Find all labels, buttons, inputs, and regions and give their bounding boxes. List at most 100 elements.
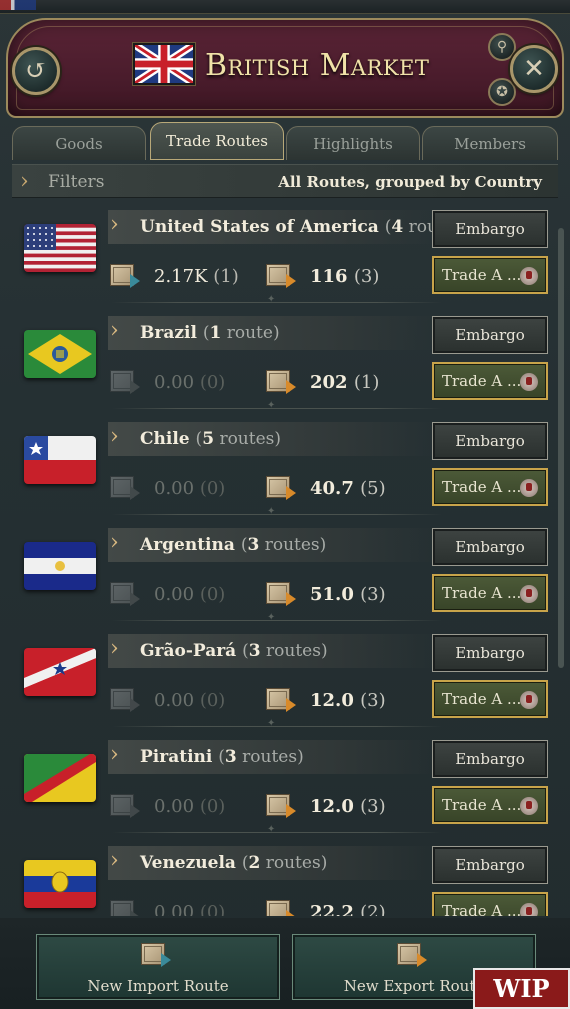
export-crate-icon [266,580,296,606]
import-value: 0.00 (0) [154,902,226,916]
country-row[interactable]: › Grão-Pará (3 routes) 0.00 (0) 12.0 (3) Emb… [12,628,558,734]
embargo-button[interactable]: Embargo [432,528,548,566]
filters-label: Filters [48,172,105,192]
trade-agreement-button[interactable]: Trade A ... [432,362,548,400]
thumbs-down-icon [520,903,538,916]
country-list[interactable]: › United States of America (4 routes) 2.17… [12,204,558,916]
thumbs-down-icon [520,267,538,285]
import-value: 0.00 (0) [154,796,226,817]
new-import-route-button[interactable]: New Import Route [36,934,280,1000]
trade-agreement-label: Trade A ... [442,478,522,496]
country-name-line: Argentina (3 routes) [140,535,326,555]
page-title: British Market [205,48,430,83]
import-crate-icon [110,474,140,500]
chevron-right-icon: › [110,742,119,767]
trade-agreement-button[interactable]: Trade A ... [432,468,548,506]
country-name: Grão-Pará [140,641,237,661]
country-row[interactable]: › Venezuela (2 routes) 0.00 (0) 22.2 (2) Emb… [12,840,558,916]
trade-agreement-button[interactable]: Trade A ... [432,680,548,718]
row-divider [112,824,442,835]
country-name: Piratini [140,747,213,767]
country-name-line: Piratini (3 routes) [140,747,304,767]
embargo-button[interactable]: Embargo [432,316,548,354]
tab-goods[interactable]: Goods [12,126,146,160]
trade-agreement-label: Trade A ... [442,584,522,602]
favorite-button[interactable]: ✪ [488,78,516,106]
import-value: 0.00 (0) [154,372,226,393]
import-crate-icon [141,941,171,967]
tab-members[interactable]: Members [422,126,558,160]
import-crate-icon [110,898,140,916]
filters-bar[interactable]: › Filters All Routes, grouped by Country [12,164,558,198]
thumbs-down-icon [520,373,538,391]
scrollbar[interactable] [558,228,564,668]
import-crate-icon [110,792,140,818]
route-count: (3 routes) [218,747,304,767]
trade-agreement-button[interactable]: Trade A ... [432,786,548,824]
country-flag-icon [24,224,96,272]
chevron-right-icon: › [110,530,119,555]
export-value: 116 (3) [310,266,380,287]
country-name-line: United States of America (4 routes) [140,217,470,237]
chevron-right-icon: › [110,636,119,661]
star-icon: ✪ [496,84,508,100]
export-crate-icon [266,368,296,394]
country-name: Argentina [140,535,235,555]
country-name: Chile [140,429,190,449]
close-button[interactable]: ✕ [510,45,558,93]
import-crate-icon [110,580,140,606]
country-row[interactable]: › Chile (5 routes) 0.00 (0) 40.7 (5) Embargo… [12,416,558,522]
import-value: 0.00 (0) [154,584,226,605]
country-flag-icon [24,330,96,378]
export-value: 202 (1) [310,372,380,393]
embargo-button[interactable]: Embargo [432,422,548,460]
trade-agreement-button[interactable]: Trade A ... [432,892,548,916]
chevron-right-icon: › [110,848,119,873]
export-crate-icon [266,262,296,288]
back-button[interactable]: ↺ [12,47,60,95]
market-panel: ↺ ⚲ ✪ ✕ British Market Goods Trade Route… [0,0,570,1009]
route-count: (3 routes) [240,535,327,555]
country-row[interactable]: › United States of America (4 routes) 2.17… [12,204,558,310]
export-crate-icon [266,898,296,916]
thumbs-down-icon [520,797,538,815]
trade-agreement-label: Trade A ... [442,690,522,708]
chevron-right-icon: › [110,318,119,343]
export-value: 12.0 (3) [310,796,386,817]
country-name-line: Brazil (1 route) [140,323,280,343]
export-crate-icon [266,686,296,712]
embargo-button[interactable]: Embargo [432,210,548,248]
country-row[interactable]: › Brazil (1 route) 0.00 (0) 202 (1) Embargo T… [12,310,558,416]
embargo-button[interactable]: Embargo [432,634,548,672]
country-name: United States of America [140,217,379,237]
country-name: Brazil [140,323,197,343]
import-crate-icon [110,262,140,288]
import-value: 0.00 (0) [154,690,226,711]
country-flag-icon [24,754,96,802]
tab-trade-routes[interactable]: Trade Routes [150,122,284,160]
row-divider [112,506,442,517]
country-flag-icon [24,542,96,590]
route-count: (5 routes) [195,429,282,449]
wip-badge: WIP [473,968,570,1009]
country-flag-icon [24,860,96,908]
embargo-button[interactable]: Embargo [432,740,548,778]
country-row[interactable]: › Piratini (3 routes) 0.00 (0) 12.0 (3) Emba… [12,734,558,840]
import-crate-icon [110,368,140,394]
trade-agreement-label: Trade A ... [442,372,522,390]
back-arrow-icon: ↺ [25,56,47,86]
tab-bar: Goods Trade Routes Highlights Members [12,122,558,160]
trade-agreement-button[interactable]: Trade A ... [432,574,548,612]
import-value: 2.17K (1) [154,266,239,287]
embargo-button[interactable]: Embargo [432,846,548,884]
country-flag-icon [24,436,96,484]
top-strip [0,0,570,14]
thumbs-down-icon [520,479,538,497]
country-name-line: Venezuela (2 routes) [140,853,327,873]
export-crate-icon [397,941,427,967]
chevron-right-icon: › [20,169,29,194]
filters-value[interactable]: All Routes, grouped by Country [278,173,542,191]
tab-highlights[interactable]: Highlights [286,126,420,160]
trade-agreement-button[interactable]: Trade A ... [432,256,548,294]
country-row[interactable]: › Argentina (3 routes) 0.00 (0) 51.0 (3) Emb… [12,522,558,628]
